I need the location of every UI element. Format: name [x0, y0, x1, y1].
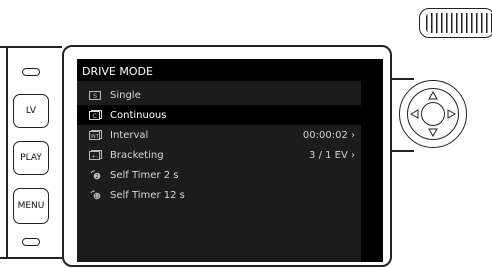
menu-item-self-timer-12s[interactable]: 12 Self Timer 12 s: [77, 185, 361, 205]
arrow-right-icon[interactable]: [446, 109, 456, 119]
menu-item-label: Interval: [110, 129, 149, 141]
menu-list: S Single C Continuous INT Interval 00:00…: [77, 81, 361, 262]
screen-right-margin: [363, 63, 383, 262]
menu-item-self-timer-2s[interactable]: 2 Self Timer 2 s: [77, 165, 361, 185]
menu-button[interactable]: MENU: [13, 188, 49, 224]
menu-item-label: Bracketing: [110, 149, 164, 161]
menu-item-label: Self Timer 12 s: [110, 189, 185, 201]
menu-item-label: Single: [110, 89, 141, 101]
bracketing-icon: +-: [88, 150, 102, 160]
arrow-left-icon[interactable]: [410, 109, 420, 119]
svg-text:INT: INT: [90, 134, 99, 140]
menu-item-value: 3 / 1 EV ›: [309, 149, 355, 161]
camera-body-right-top-edge: [392, 78, 414, 80]
self-timer-icon: 12: [88, 190, 102, 200]
camera-body-right-bottom-edge: [392, 150, 414, 152]
menu-title: DRIVE MODE: [77, 63, 361, 81]
menu-item-single[interactable]: S Single: [77, 85, 361, 105]
svg-text:12: 12: [94, 194, 100, 199]
arrow-up-icon[interactable]: [428, 91, 438, 101]
camera-body-left-edge: [6, 46, 8, 258]
lv-button[interactable]: LV: [13, 94, 49, 128]
top-indicator-button[interactable]: [22, 68, 40, 76]
lcd-screen: DRIVE MODE S Single C Continuous INT Int…: [77, 59, 383, 262]
menu-item-value: 00:00:02 ›: [302, 129, 355, 141]
menu-item-label: Continuous: [110, 109, 167, 121]
svg-text:S: S: [93, 93, 97, 100]
svg-text:C: C: [92, 113, 96, 120]
menu-item-bracketing[interactable]: +- Bracketing 3 / 1 EV ›: [77, 145, 361, 165]
interval-icon: INT: [88, 130, 102, 140]
menu-item-interval[interactable]: INT Interval 00:00:02 ›: [77, 125, 361, 145]
continuous-icon: C: [88, 110, 102, 120]
camera-body-top-edge: [0, 46, 62, 48]
self-timer-icon: 2: [88, 170, 102, 180]
arrow-down-icon[interactable]: [428, 127, 438, 137]
single-frame-icon: S: [88, 90, 102, 100]
bottom-indicator-button[interactable]: [22, 238, 40, 246]
menu-item-label: Self Timer 2 s: [110, 169, 179, 181]
play-button[interactable]: PLAY: [13, 141, 49, 175]
direction-pad-center-button[interactable]: [421, 102, 445, 126]
svg-text:2: 2: [95, 174, 98, 180]
thumbwheel-ridges: [426, 13, 492, 33]
thumbwheel-dial[interactable]: [419, 8, 492, 38]
menu-item-continuous[interactable]: C Continuous: [77, 105, 361, 125]
svg-text:+-: +-: [91, 154, 98, 160]
camera-body-bottom-edge: [0, 257, 62, 259]
